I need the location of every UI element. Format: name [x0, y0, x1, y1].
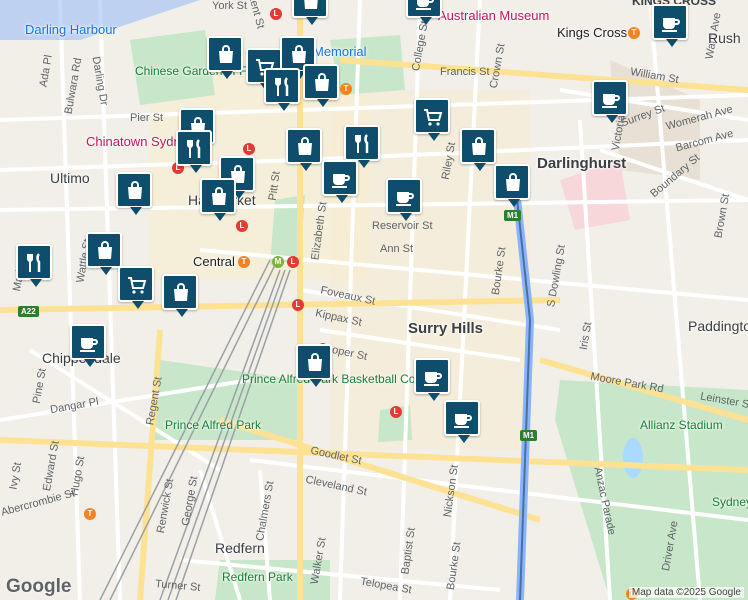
light-rail-icon: L: [390, 406, 402, 418]
poi-label[interactable]: Prince Alfred Park: [165, 418, 261, 432]
bag-icon: [128, 181, 142, 199]
suburb-label: Darlinghurst: [537, 155, 627, 172]
place-marker[interactable]: [592, 80, 628, 123]
suburb-label: Rush: [708, 30, 741, 46]
street-label: Francis St: [440, 66, 490, 78]
place-marker[interactable]: [460, 128, 496, 171]
bag-icon: [298, 137, 312, 155]
light-rail-icon: L: [270, 8, 282, 20]
bag-icon: [98, 241, 112, 259]
poi-label[interactable]: Darling Harbour: [25, 22, 117, 37]
poi-label[interactable]: Prince Alfred Park Basketball Courts: [242, 372, 435, 386]
place-marker[interactable]: [414, 98, 450, 141]
cup-icon: [80, 338, 98, 352]
cup-icon: [424, 372, 442, 386]
suburb-label: Redfern: [215, 540, 265, 556]
place-marker[interactable]: [444, 400, 480, 443]
fork-knife-icon: [187, 139, 201, 158]
light-rail-icon: L: [292, 299, 304, 311]
place-marker[interactable]: [200, 178, 236, 221]
poi-label[interactable]: Allianz Stadium: [640, 418, 723, 432]
bag-icon: [506, 173, 520, 191]
bag-icon: [472, 137, 486, 155]
place-marker[interactable]: [16, 244, 52, 287]
cart-icon: [128, 277, 147, 294]
map-canvas[interactable]: Francis St College St Crown St William S…: [0, 0, 748, 600]
road-shield: M1: [504, 210, 522, 221]
street-label: Reservoir St: [372, 220, 433, 232]
map-copyright: Map data ©2025 Google: [628, 587, 744, 598]
road-shield: M1: [520, 430, 538, 441]
train-icon: T: [628, 27, 640, 39]
cup-icon: [662, 18, 680, 32]
place-marker[interactable]: [286, 128, 322, 171]
google-logo: Google: [6, 576, 72, 597]
fork-knife-icon: [355, 134, 369, 153]
cup-icon: [396, 192, 414, 206]
place-marker[interactable]: [296, 344, 332, 387]
bag-icon: [308, 353, 322, 371]
cup-icon: [416, 0, 434, 10]
cart-icon: [424, 109, 443, 126]
place-marker[interactable]: [176, 130, 212, 173]
place-marker[interactable]: [414, 358, 450, 401]
place-marker[interactable]: [322, 160, 358, 203]
place-marker[interactable]: [118, 266, 154, 309]
station-label[interactable]: Central: [193, 254, 235, 269]
bag-icon: [304, 0, 318, 9]
fork-knife-icon: [27, 253, 41, 272]
suburb-label: Paddington: [688, 318, 748, 334]
poi-label[interactable]: Memorial: [313, 44, 366, 59]
street-label: Ann St: [380, 243, 414, 255]
place-marker[interactable]: [406, 0, 442, 25]
street-label: York St: [212, 0, 248, 12]
bag-icon: [219, 45, 233, 63]
place-marker[interactable]: [70, 324, 106, 367]
cup-icon: [454, 414, 472, 428]
place-marker[interactable]: [494, 164, 530, 207]
poi-label[interactable]: Sydney: [712, 495, 748, 509]
suburb-label: Surry Hills: [408, 320, 484, 337]
suburb-label: Ultimo: [50, 170, 90, 186]
place-marker[interactable]: [86, 232, 122, 275]
bag-icon: [174, 283, 188, 301]
place-marker[interactable]: [207, 36, 243, 79]
poi-label[interactable]: Australian Museum: [438, 8, 549, 23]
cup-icon: [332, 174, 350, 188]
place-marker[interactable]: [386, 178, 422, 221]
station-label[interactable]: Kings Cross: [557, 25, 627, 40]
train-icon: T: [84, 508, 96, 520]
light-rail-icon: L: [243, 143, 255, 155]
place-marker[interactable]: [162, 274, 198, 317]
street-label: Pier St: [130, 112, 164, 124]
place-marker[interactable]: [264, 68, 300, 111]
cup-icon: [602, 94, 620, 108]
poi-label[interactable]: Redfern Park: [222, 570, 293, 584]
place-marker[interactable]: [303, 64, 339, 107]
light-rail-icon: L: [236, 220, 248, 232]
train-icon: T: [238, 256, 250, 268]
light-rail-icon: L: [287, 256, 299, 268]
bag-icon: [315, 73, 329, 91]
place-marker[interactable]: [292, 0, 328, 25]
fork-knife-icon: [275, 77, 289, 96]
place-marker[interactable]: [652, 4, 688, 47]
bag-icon: [212, 187, 226, 205]
place-marker[interactable]: [344, 125, 380, 168]
metro-icon: M: [272, 256, 284, 268]
road-shield: A22: [18, 306, 39, 317]
train-icon: T: [340, 83, 352, 95]
place-marker[interactable]: [116, 172, 152, 215]
